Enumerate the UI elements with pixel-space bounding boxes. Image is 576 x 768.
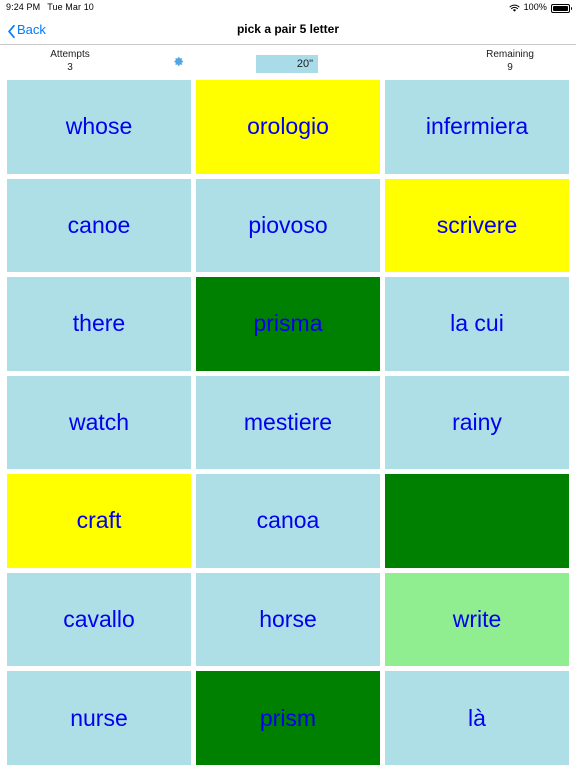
card-tile[interactable]: horse (196, 572, 380, 667)
status-bar-left: 9:24 PM Tue Mar 10 (6, 2, 94, 12)
card-tile[interactable]: watch (7, 375, 191, 470)
card-tile[interactable]: orologio (196, 80, 380, 174)
card-tile[interactable] (385, 474, 569, 568)
card-tile-label: piovoso (248, 211, 328, 238)
card-tile[interactable]: rainy (385, 375, 569, 470)
card-tile[interactable]: infermiera (385, 80, 569, 174)
status-bar: 9:24 PM Tue Mar 10 100% (0, 0, 576, 14)
navigation-bar: Back pick a pair 5 letter (0, 14, 576, 45)
card-tile[interactable]: cavallo (7, 572, 191, 667)
battery-icon (551, 3, 572, 13)
card-tile-label: là (468, 704, 486, 731)
card-tile[interactable]: scrivere (385, 178, 569, 273)
remaining-value: 9 (507, 62, 513, 73)
card-tile[interactable]: whose (7, 80, 191, 174)
remaining-label: Remaining (486, 49, 534, 60)
card-tile[interactable]: canoa (196, 474, 380, 568)
page-title: pick a pair 5 letter (236, 22, 340, 36)
app-root: 9:24 PM Tue Mar 10 100% Back pick a pair… (0, 0, 576, 768)
card-tile-label: infermiera (425, 113, 529, 140)
card-tile-label: rainy (452, 408, 502, 435)
card-tile-label: scrivere (436, 211, 518, 238)
card-tile[interactable]: mestiere (196, 375, 380, 470)
card-tile-label: prisma (253, 310, 323, 337)
attempts-stat: Attempts 3 (30, 48, 110, 74)
card-tile-label: nurse (70, 704, 128, 731)
status-time: 9:24 PM (6, 2, 41, 12)
status-bar-right: 100% (509, 2, 572, 13)
card-tile-label: canoa (256, 507, 320, 534)
card-tile[interactable]: la cui (385, 277, 569, 371)
battery-fill (553, 5, 568, 11)
card-tile[interactable]: nurse (7, 671, 191, 765)
timer-value: 20" (296, 58, 313, 70)
card-tile-label: horse (259, 605, 317, 632)
back-button[interactable]: Back (7, 21, 46, 38)
card-tile-label: whose (65, 113, 133, 140)
card-tile-label: orologio (247, 113, 329, 140)
card-tile[interactable]: prism (196, 671, 380, 765)
stats-bar: Attempts 3 20" Remaining 9 (0, 45, 576, 77)
card-tile[interactable]: là (385, 671, 569, 765)
card-tile-label: watch (68, 408, 130, 435)
card-tile[interactable]: prisma (196, 277, 380, 371)
card-tile-label: cavallo (63, 605, 135, 632)
attempts-label: Attempts (50, 49, 90, 60)
card-grid: whose orologio infermiera canoe piovoso scriv… (0, 77, 576, 768)
card-tile[interactable]: craft (7, 474, 191, 568)
card-tile-label: canoe (67, 211, 131, 238)
card-tile[interactable]: write (385, 572, 569, 667)
card-tile[interactable]: there (7, 277, 191, 371)
card-tile-label: craft (76, 507, 122, 534)
card-tile[interactable]: piovoso (196, 178, 380, 273)
card-tile-label: mestiere (243, 408, 333, 435)
battery-percent-label: 100% (523, 2, 547, 12)
card-tile-label: there (72, 310, 126, 337)
wifi-icon (509, 4, 520, 13)
card-tile[interactable]: canoe (7, 178, 191, 273)
card-tile-label: la cui (450, 310, 504, 337)
chevron-left-icon (7, 24, 16, 38)
status-date: Tue Mar 10 (47, 2, 94, 12)
remaining-stat: Remaining 9 (470, 48, 550, 74)
timer-field[interactable]: 20" (256, 55, 318, 73)
back-button-label: Back (17, 21, 46, 37)
gear-icon[interactable] (172, 55, 185, 68)
card-tile-label: prism (259, 704, 317, 731)
attempts-value: 3 (67, 62, 73, 73)
card-tile-label: write (452, 605, 502, 632)
